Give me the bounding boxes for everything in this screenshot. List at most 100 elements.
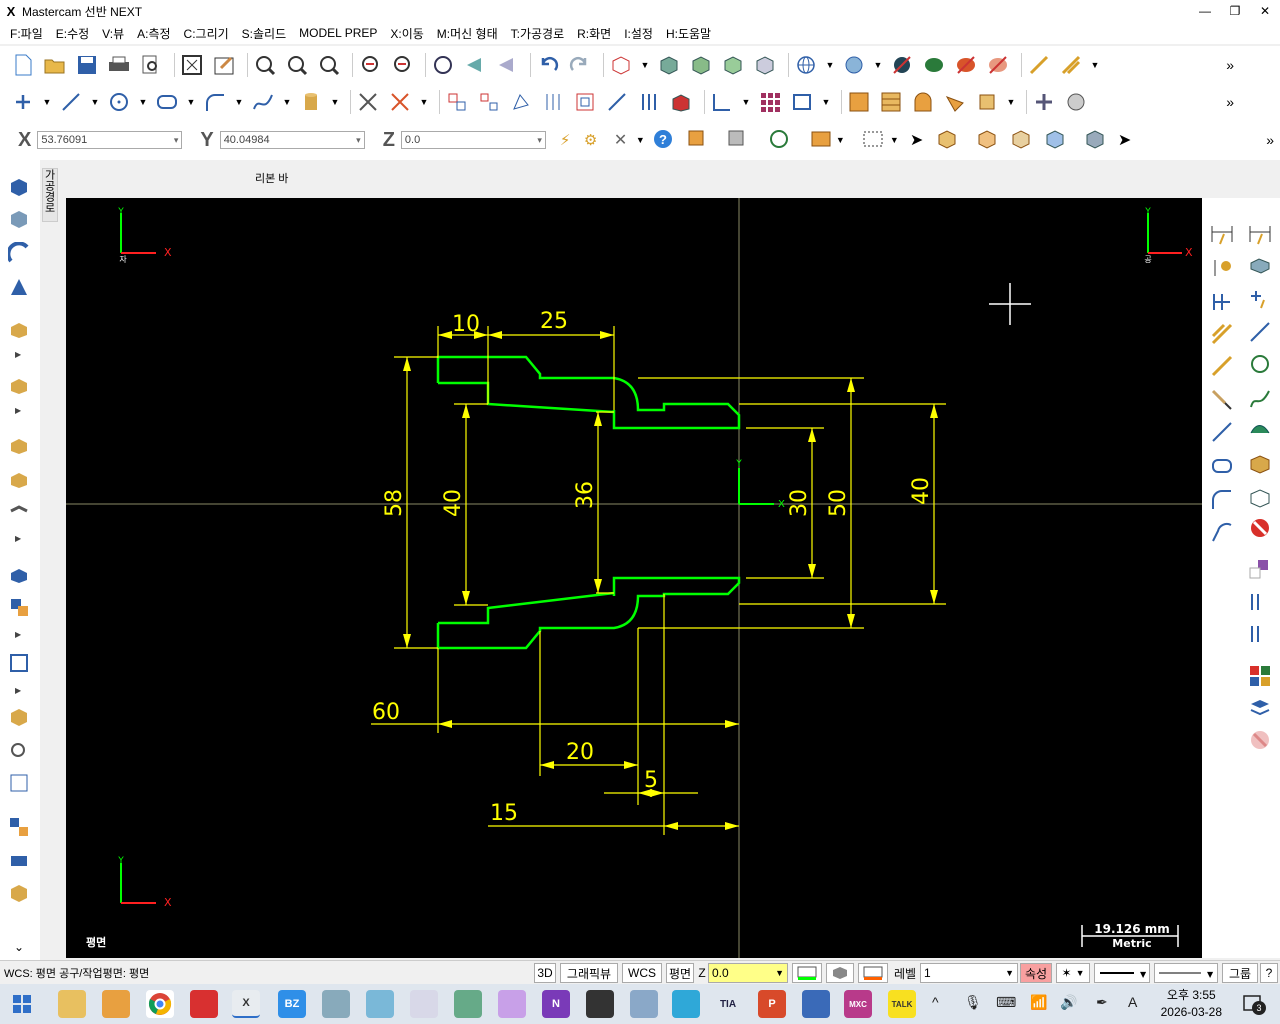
restore-button[interactable]: ❐ (1220, 0, 1250, 22)
pen-icon[interactable]: ✒ (1096, 994, 1108, 1011)
repaint-icon[interactable] (211, 52, 237, 78)
unzoom-previous-icon[interactable] (357, 52, 383, 78)
solid-edge-icon[interactable] (1010, 128, 1044, 153)
dropdown-arrow-icon[interactable]: ▼ (42, 89, 52, 115)
lathe-canned-icon[interactable] (7, 468, 31, 490)
file-explorer-icon[interactable] (58, 990, 86, 1018)
simulate-icon[interactable] (7, 850, 31, 872)
menu-solids[interactable]: S:솔리드 (242, 25, 286, 42)
lathe-face-icon[interactable] (7, 374, 31, 396)
hidden-line-icon[interactable] (889, 52, 915, 78)
kakaotalk-icon[interactable]: TALK (888, 990, 916, 1018)
dropdown-arrow-icon[interactable]: ▼ (890, 135, 910, 145)
mirror-icon[interactable] (476, 89, 502, 115)
menu-edit[interactable]: E:수정 (56, 25, 89, 42)
solid-loop-icon[interactable] (1084, 128, 1118, 153)
chrome-icon[interactable] (146, 990, 174, 1018)
isometric-view-icon[interactable] (656, 52, 682, 78)
dropdown-arrow-icon[interactable]: ▼ (1006, 89, 1016, 115)
check-holder-icon[interactable] (7, 740, 31, 762)
x-coord-field[interactable]: 53.76091 (37, 131, 183, 149)
tool-turret-icon[interactable] (1063, 89, 1089, 115)
stretch-icon[interactable] (604, 89, 630, 115)
break-icon[interactable] (387, 89, 413, 115)
offset-dim-icon[interactable] (1210, 290, 1234, 314)
toolpath-manager-tab[interactable]: 가공경로 (42, 168, 58, 222)
dropdown-arrow-icon[interactable]: ▼ (186, 89, 196, 115)
tray-overflow-icon[interactable]: ^ (932, 994, 939, 1010)
graphics-viewport[interactable]: Y X 자 Y X 공 Y X Y X 10 25 58 40 36 30 50… (66, 198, 1202, 958)
rotate-xform-icon[interactable] (508, 89, 534, 115)
translate-icon[interactable] (444, 89, 470, 115)
lathe-cutoff-icon[interactable] (7, 434, 31, 456)
toolbar-overflow-icon[interactable]: » (1266, 132, 1274, 148)
point-icon[interactable] (10, 89, 36, 115)
tia-portal-icon[interactable]: TIA (714, 990, 742, 1018)
close-button[interactable]: ✕ (1250, 0, 1280, 22)
notification-center-icon[interactable]: 3 (1242, 993, 1266, 1015)
ime-indicator[interactable]: A (1128, 994, 1137, 1010)
calculator-icon[interactable] (454, 990, 482, 1018)
menu-xform[interactable]: X:이동 (390, 25, 423, 42)
save-icon[interactable] (74, 52, 100, 78)
autocursor-settings-icon[interactable]: ⚙ (584, 131, 614, 149)
system-clock[interactable]: 오후 3:55 2026-03-28 (1161, 987, 1222, 1021)
expand-arrow-icon[interactable]: ▶ (15, 406, 21, 415)
minimize-button[interactable]: — (1190, 0, 1220, 22)
wireframe-globe-icon[interactable] (793, 52, 819, 78)
array-icon[interactable] (636, 89, 662, 115)
rectangle-icon[interactable] (154, 89, 180, 115)
mask-surfaces-icon[interactable] (1248, 418, 1272, 442)
lathe-groove-icon[interactable] (7, 242, 31, 264)
chamfer-icon[interactable] (709, 89, 735, 115)
fast-point-icon[interactable]: ⚡ (560, 131, 584, 149)
solid-select-icon[interactable] (936, 128, 976, 153)
wcs-button[interactable]: WCS (622, 963, 662, 983)
project-icon[interactable] (668, 89, 694, 115)
microphone-icon[interactable]: 🎙 (964, 994, 982, 1011)
paint-icon[interactable] (322, 990, 350, 1018)
z-depth-field[interactable]: 0.0 ▼ (708, 963, 788, 983)
shaded-sphere-icon[interactable] (841, 52, 867, 78)
windows-start-icon[interactable] (8, 990, 36, 1018)
select-point-icon[interactable] (1210, 420, 1234, 444)
wifi-icon[interactable]: 📶 (1030, 994, 1047, 1011)
print-preview-icon[interactable] (138, 52, 164, 78)
grid-array-icon[interactable] (757, 89, 783, 115)
plane-button[interactable]: 평면 (666, 963, 694, 983)
dropdown-arrow-icon[interactable]: ▼ (138, 89, 148, 115)
chain-selection-icon[interactable] (686, 128, 726, 153)
menu-model-prep[interactable]: MODEL PREP (299, 26, 377, 40)
mask-splines-icon[interactable] (1248, 386, 1272, 410)
menu-file[interactable]: F:파일 (10, 25, 43, 42)
toggle-selection-icon[interactable] (766, 128, 810, 153)
nesting-icon[interactable] (7, 772, 31, 794)
onenote-icon[interactable]: N (542, 990, 570, 1018)
level-field[interactable]: 1 ▼ (920, 963, 1018, 983)
tailstock-icon[interactable] (942, 89, 968, 115)
fillet-icon[interactable] (202, 89, 228, 115)
select-lines-icon[interactable] (1210, 322, 1234, 346)
line-width-icon[interactable] (1058, 52, 1084, 78)
new-file-icon[interactable] (10, 52, 36, 78)
lathe-contour-icon[interactable] (7, 502, 31, 524)
lathe-drill-icon[interactable] (7, 318, 31, 340)
mask-layers-icon[interactable] (1248, 696, 1272, 720)
chuck-icon[interactable] (910, 89, 936, 115)
shape-app-icon[interactable] (802, 990, 830, 1018)
zoom-window-icon[interactable] (252, 52, 278, 78)
expand-arrow-icon[interactable]: ▶ (15, 630, 21, 639)
group-icon[interactable] (789, 89, 815, 115)
mask-grid-colors-icon[interactable] (1248, 664, 1272, 688)
mask-clear-icon[interactable] (1248, 516, 1272, 540)
menu-machine-type[interactable]: M:머신 형태 (437, 25, 498, 42)
shading-orange-icon[interactable] (953, 52, 979, 78)
menu-help[interactable]: H:도움말 (666, 25, 711, 42)
mask-lines-icon[interactable] (1248, 320, 1272, 344)
view-cube-icon[interactable] (608, 52, 634, 78)
select-tool-icon[interactable] (1210, 388, 1234, 412)
print-icon[interactable] (106, 52, 132, 78)
pencil-app-icon[interactable] (102, 990, 130, 1018)
unzoom-icon[interactable] (389, 52, 415, 78)
stock-grid-icon[interactable] (878, 89, 904, 115)
